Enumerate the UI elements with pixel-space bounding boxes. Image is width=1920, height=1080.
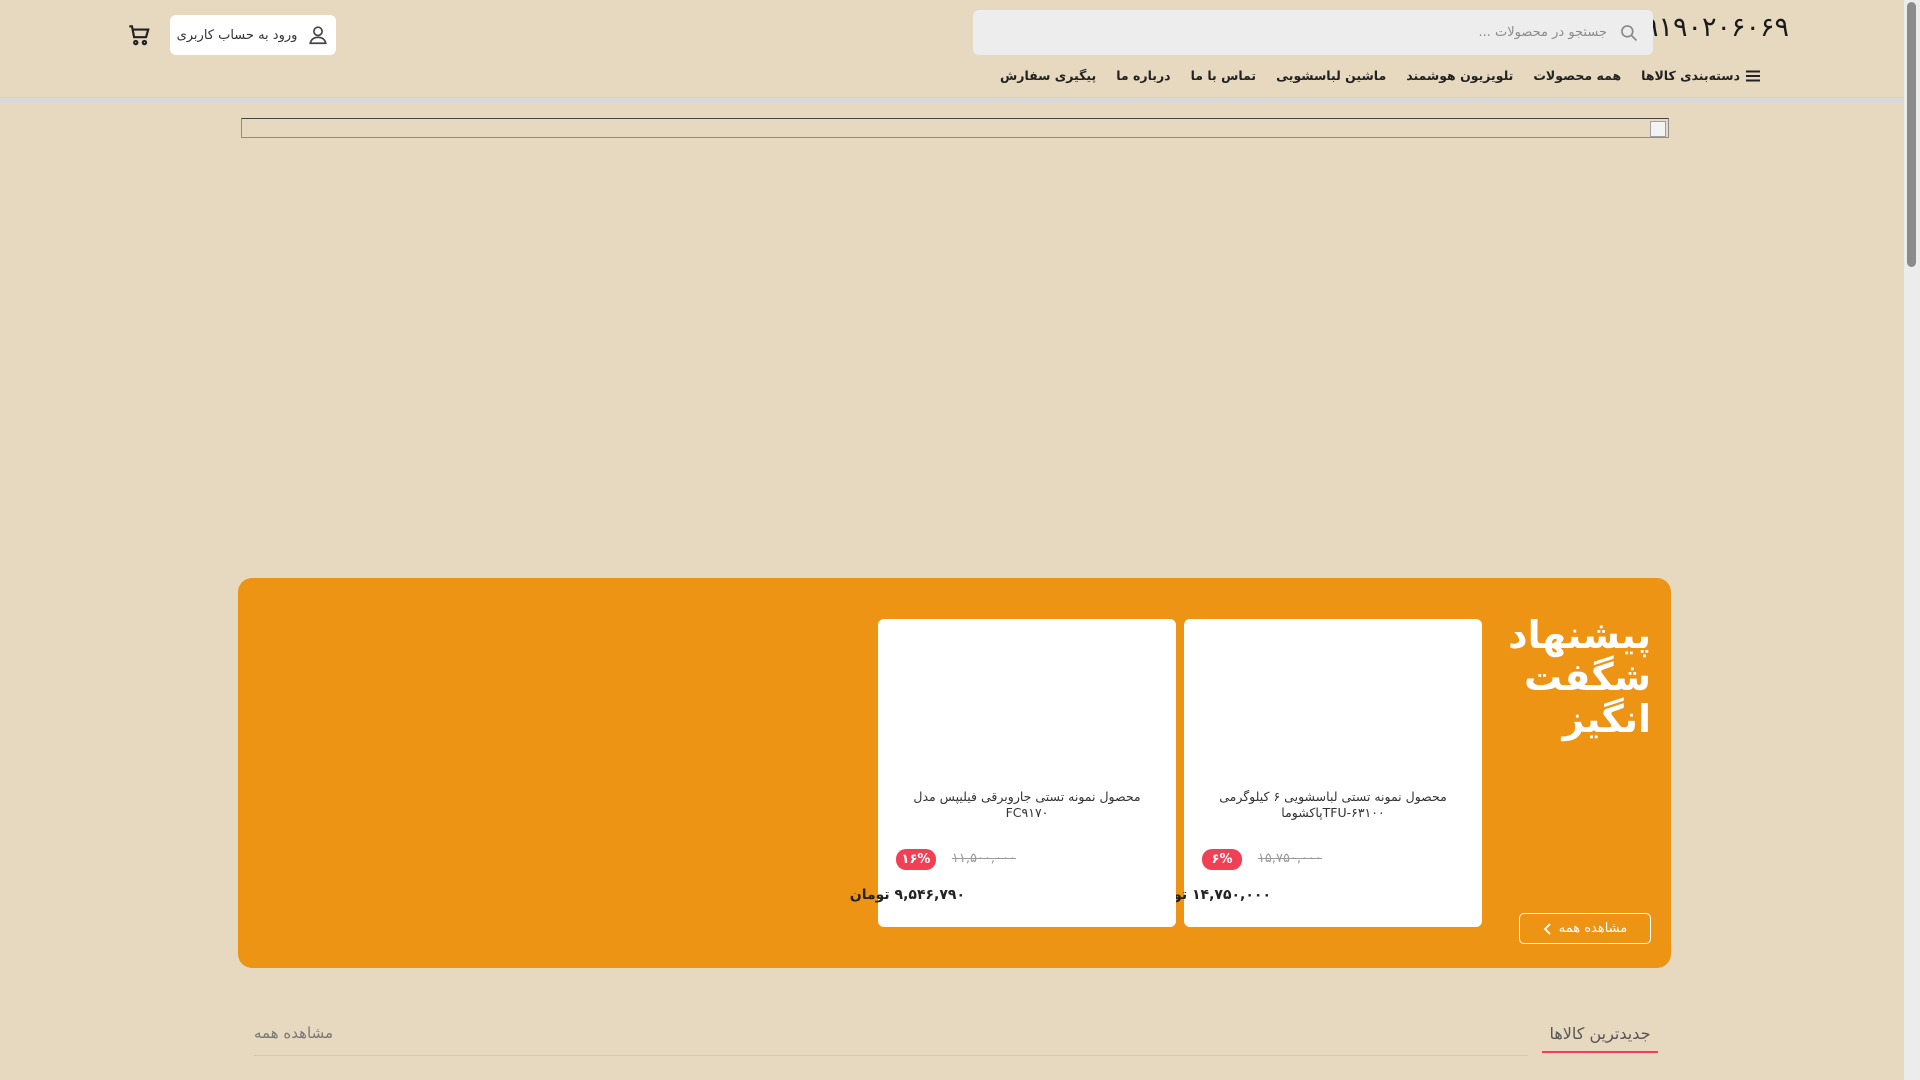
product-name[interactable]: محصول نمونه تستی جاروبرقی فیلیپس مدل FC۹… xyxy=(898,789,1156,821)
offer-title-line: پیشنهاد xyxy=(1508,613,1651,657)
offer-title-line: انگیز xyxy=(1562,697,1651,741)
nav-categories-label: دسته‌بندی کالاها xyxy=(1641,68,1740,83)
search-icon xyxy=(1621,24,1638,41)
offer-title-line: شگفت xyxy=(1523,655,1651,699)
discount-badge: ۶% xyxy=(1202,849,1242,870)
search-input[interactable] xyxy=(1009,24,1609,41)
product-card[interactable]: محصول نمونه تستی جاروبرقی فیلیپس مدل FC۹… xyxy=(850,619,1176,927)
amazing-offer-section: پیشنهاد شگفت انگیز محصول نمونه تستی لباس… xyxy=(238,578,1671,968)
cart-icon[interactable] xyxy=(126,22,152,48)
product-name[interactable]: محصول نمونه تستی لباسشویی ۶ کیلوگرمی TFU… xyxy=(1204,789,1462,821)
login-button[interactable]: ورود به حساب کاربری xyxy=(170,15,336,55)
offer-view-all-button[interactable]: مشاهده همه xyxy=(1519,913,1651,944)
newest-products-header: جدیدترین کالاها مشاهده همه xyxy=(254,1020,1658,1060)
nav-item-contact[interactable]: تماس با ما xyxy=(1191,68,1257,83)
newest-view-all-link[interactable]: مشاهده همه xyxy=(254,1024,333,1042)
main-nav: دسته‌بندی کالاها همه محصولات تلویزیون هو… xyxy=(1000,68,1761,83)
phone-number: ۹۱۹۰۲۰۶۰۶۹ xyxy=(1643,12,1789,43)
nav-item-about[interactable]: درباره ما xyxy=(1116,68,1170,83)
old-price: ۱۱,۵۰۰,۰۰۰ xyxy=(951,851,1016,866)
search-bar[interactable] xyxy=(973,10,1653,55)
menu-icon xyxy=(1746,70,1760,81)
nav-item-smart-tv[interactable]: تلویزیون هوشمند xyxy=(1406,68,1513,83)
product-price: ۹,۵۴۶,۷۹۰ تومان xyxy=(849,887,965,903)
login-label: ورود به حساب کاربری xyxy=(176,27,298,43)
discount-badge: ۱۶% xyxy=(896,849,936,870)
offer-view-all-label: مشاهده همه xyxy=(1558,921,1628,936)
page-scrollbar[interactable] xyxy=(1904,0,1920,1080)
chevron-left-icon xyxy=(1543,922,1551,935)
scrollbar-thumb[interactable] xyxy=(1907,2,1916,267)
product-card[interactable]: محصول نمونه تستی لباسشویی ۶ کیلوگرمی TFU… xyxy=(1147,619,1482,927)
newest-products-title: جدیدترین کالاها xyxy=(1542,1024,1658,1053)
nav-item-washing-machine[interactable]: ماشین لباسشویی xyxy=(1276,68,1386,83)
header-divider xyxy=(0,97,1906,103)
amazing-offer-title: پیشنهاد شگفت انگیز xyxy=(1508,613,1651,741)
nav-item-order-tracking[interactable]: پیگیری سفارش xyxy=(1000,68,1096,83)
broken-image-icon xyxy=(1650,121,1666,137)
site-header: ۹۱۹۰۲۰۶۰۶۹ ورود به حساب کاربری دسته‌بندی… xyxy=(0,0,1904,98)
user-icon xyxy=(309,26,328,45)
section-divider xyxy=(254,1055,1528,1056)
nav-categories[interactable]: دسته‌بندی کالاها xyxy=(1641,68,1761,83)
old-price: ۱۵,۷۵۰,۰۰۰ xyxy=(1257,851,1322,866)
hero-banner[interactable] xyxy=(241,118,1669,138)
nav-item-all-products[interactable]: همه محصولات xyxy=(1533,68,1621,83)
